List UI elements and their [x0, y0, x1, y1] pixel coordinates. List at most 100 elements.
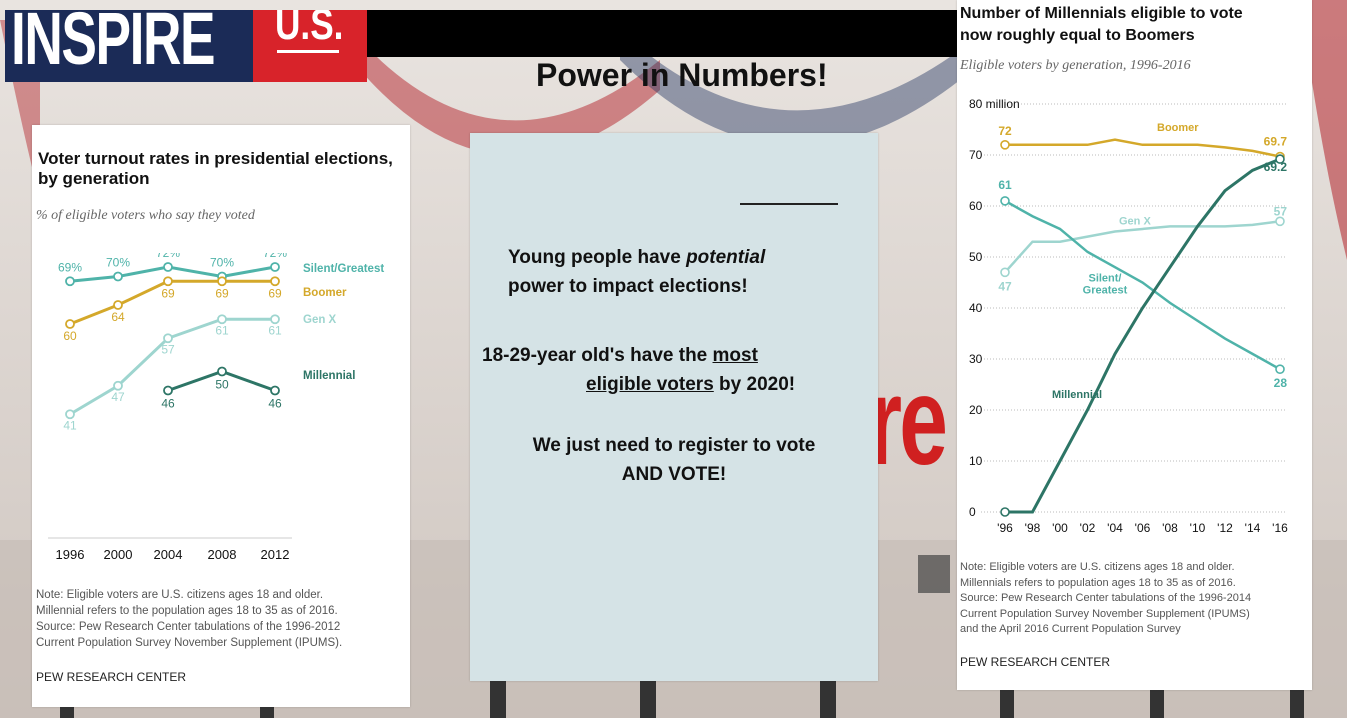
note-line: Note: Eligible voters are U.S. citizens … — [36, 589, 324, 601]
x-tick-label: 2012 — [261, 547, 290, 562]
series-label: Boomer — [1157, 122, 1199, 134]
message-underline: eligible voters — [586, 374, 714, 395]
y-tick-label: 40 — [969, 301, 983, 315]
x-tick-label: '02 — [1080, 521, 1096, 535]
data-label: 57 — [1274, 204, 1288, 218]
message-text: We just need to register to vote — [532, 435, 816, 456]
chart-note: Note: Eligible voters are U.S. citizens … — [960, 560, 1251, 638]
data-point — [65, 409, 75, 420]
x-tick-label: '16 — [1272, 521, 1288, 535]
data-label: 61 — [998, 178, 1012, 192]
data-label: 47 — [111, 390, 125, 404]
data-point — [1000, 267, 1010, 278]
chart-title-line: now roughly equal to Boomers — [960, 27, 1195, 44]
data-label: 46 — [268, 397, 282, 411]
series-line — [1004, 220, 1281, 274]
data-label: 69.7 — [1264, 135, 1288, 149]
data-label: 70% — [210, 256, 234, 270]
x-tick-label: '08 — [1162, 521, 1178, 535]
data-label: 72% — [156, 253, 180, 260]
series-label: Gen X — [1119, 216, 1151, 228]
y-tick-label: 80 million — [969, 97, 1020, 111]
series-label: Silent/Greatest — [303, 263, 384, 275]
data-label: 57 — [161, 342, 175, 356]
logo-badge: U.S. — [253, 10, 367, 82]
data-point — [270, 276, 280, 287]
x-tick-label: '10 — [1190, 521, 1206, 535]
turnout-chart-panel: Voter turnout rates in presidential elec… — [32, 125, 410, 707]
note-line: Source: Pew Research Center tabulations … — [36, 621, 341, 633]
data-point — [1275, 364, 1285, 375]
message-panel: Young people have potential power to imp… — [470, 133, 878, 681]
message-text: power to impact elections! — [508, 276, 748, 297]
divider-line — [740, 203, 838, 205]
note-line: Current Population Survey November Suppl… — [960, 607, 1250, 620]
data-point — [65, 319, 75, 329]
data-point — [1275, 216, 1285, 227]
message-text: 18-29-year old's have the — [482, 345, 713, 366]
logo-badge-text: U.S. — [275, 10, 344, 49]
series-label: Greatest — [1083, 285, 1128, 297]
logo-underline — [277, 50, 339, 53]
data-point — [65, 276, 75, 287]
x-tick-label: '06 — [1135, 521, 1151, 535]
data-point — [270, 314, 280, 325]
data-point — [1000, 196, 1010, 206]
message-underline: most — [712, 345, 758, 366]
data-point — [270, 262, 280, 272]
data-point — [1000, 139, 1010, 150]
data-label: 69 — [161, 286, 175, 300]
chart-title: Number of Millennials eligible to vote n… — [960, 3, 1310, 47]
note-line: Millennial refers to the population ages… — [36, 605, 338, 617]
data-label: 41 — [63, 418, 77, 432]
data-label: 69 — [268, 286, 282, 300]
note-line: Current Population Survey November Suppl… — [36, 637, 343, 649]
y-tick-label: 70 — [969, 148, 983, 162]
message-block-1: Young people have potential power to imp… — [508, 243, 765, 301]
top-black-bar — [367, 10, 959, 57]
data-label: 46 — [161, 397, 175, 411]
note-line: Note: Eligible voters are U.S. citizens … — [960, 561, 1235, 573]
x-tick-label: '12 — [1217, 521, 1233, 535]
series-line — [69, 265, 276, 283]
series-label: Gen X — [303, 314, 337, 326]
chart-title-line: Number of Millennials eligible to vote — [960, 5, 1243, 22]
x-tick-label: '00 — [1052, 521, 1068, 535]
series-line — [1005, 157, 1281, 514]
data-label: 60 — [63, 329, 77, 343]
message-text: by 2020! — [713, 374, 796, 395]
x-tick-label: '14 — [1245, 521, 1261, 535]
x-tick-label: '98 — [1025, 521, 1041, 535]
note-line: and the April 2016 Current Population Su… — [960, 623, 1181, 635]
data-point — [163, 262, 173, 272]
series-label: Millennial — [303, 370, 355, 382]
message-text: AND VOTE! — [621, 464, 727, 485]
data-point — [1000, 507, 1010, 517]
note-line: Millennials refers to population ages 18… — [960, 576, 1236, 589]
y-tick-label: 0 — [969, 505, 976, 519]
chart-subtitle: Eligible voters by generation, 1996-2016 — [960, 58, 1191, 73]
y-tick-label: 50 — [969, 250, 983, 264]
data-label: 69 — [215, 286, 229, 300]
x-tick-label: '96 — [997, 521, 1013, 535]
data-label: 69% — [58, 260, 82, 274]
data-point — [163, 276, 173, 287]
data-label: 61 — [215, 323, 229, 337]
data-label: 64 — [111, 310, 125, 324]
eligible-voters-chart-panel: Number of Millennials eligible to vote n… — [957, 0, 1312, 690]
data-point — [163, 333, 173, 344]
chart-source: PEW RESEARCH CENTER — [36, 670, 187, 684]
data-label: 72 — [998, 124, 1012, 138]
y-tick-label: 30 — [969, 352, 983, 366]
data-label: 50 — [215, 378, 229, 392]
y-tick-label: 10 — [969, 454, 983, 468]
data-point — [217, 366, 227, 377]
chart-source: PEW RESEARCH CENTER — [960, 655, 1111, 669]
eligible-voters-line-chart: 0 10 20 30 40 50 60 70 80 million '96 '98 '00 '02 '04… — [969, 97, 1288, 535]
data-label: 70% — [106, 256, 130, 270]
note-line: Source: Pew Research Center tabulations … — [960, 592, 1252, 604]
data-point — [113, 271, 123, 282]
chart-title: Voter turnout rates in presidential elec… — [38, 149, 393, 188]
background-red-text: re — [868, 352, 948, 491]
series-label: Boomer — [303, 287, 347, 299]
